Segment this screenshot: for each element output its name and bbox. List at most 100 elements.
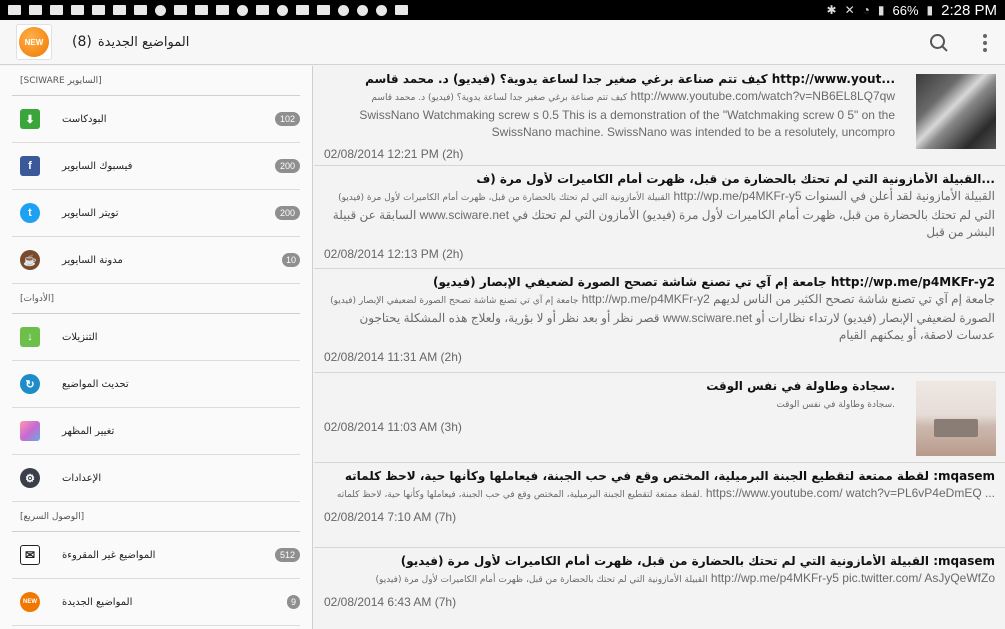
nav-item-settings[interactable]: ⚙ الإعدادات [12,455,300,502]
post-date: 02/08/2014 11:03 AM (3h) [324,420,462,434]
post-body: القبيلة الأمازونية التي لم تحتك بالحضارة… [324,188,995,241]
nav-item-label: المواضيع غير المقروءة [62,549,156,561]
page-title: (8) المواضيع الجديدة [72,34,189,50]
twitter-notification-icon [357,4,368,16]
signal-icon: ▮ [877,3,885,17]
post-date: 02/08/2014 6:43 AM (7h) [324,595,457,609]
battery-percent: 66% [892,2,919,18]
post-body-arabic: سجادة وطاولة في نفس الوقت. [776,400,895,410]
nav-item-label: فيسبوك السايوير [62,160,133,172]
count-badge: 102 [274,112,300,126]
new-badge-icon: NEW [19,27,49,57]
wifi-icon: ◔ [862,3,870,17]
nav-item-label: تغيير المظهر [62,425,115,437]
mail-notification-icon [92,5,105,15]
post-body-arabic: لقطة ممتعة لتقطيع الجبنة البرميلية، المخ… [336,490,703,500]
section-header-sciware: [SCIWARE السايوير] [12,66,300,96]
post-item[interactable]: لقطة ممتعة لتقطيع الجبنة البرميلية، المخ… [314,463,1005,548]
post-title: القبيلة الأمازونية التي لم تحتك بالحضارة… [400,554,995,568]
notification-icons [8,4,408,16]
nav-item-podcast[interactable]: ⬇ البودكاست 102 [12,96,300,143]
post-body-arabic: جامعة إم آي تي تصنع شاشة تصحح الصورة لضع… [330,296,579,306]
mail-notification-icon [50,5,63,15]
clock: 2:28 PM [941,1,997,19]
post-body-text: http://wp.me/p4MKFr-y5 pic.twitter.com/ … [710,571,995,585]
settings-gear-icon: ⚙ [20,468,40,488]
post-item[interactable]: كيف تتم صناعة برغي صغير جدا لساعة يدوية؟… [314,66,1005,166]
post-title: لقطة ممتعة لتقطيع الجبنة البرميلية، المخ… [344,469,995,483]
post-date: 02/08/2014 7:10 AM (7h) [324,510,457,524]
post-item[interactable]: القبيلة الأمازونية التي لم تحتك بالحضارة… [314,166,1005,269]
post-body: القبيلة الأمازونية التي لم تحتك بالحضارة… [324,570,995,589]
nav-item-label: التنزيلات [62,331,98,343]
section-header-quick-access: [الوصول السريع] [12,502,300,532]
post-body-text: https://www.youtube.com/ watch?v=PL6vP4e… [705,486,995,500]
post-title: جامعة إم آي تي تصنع شاشة تصحح الصورة لضع… [432,275,995,289]
post-body-arabic: القبيلة الأمازونية التي لم تحتك بالحضارة… [375,575,708,585]
post-list: كيف تتم صناعة برغي صغير جدا لساعة يدوية؟… [314,66,1005,629]
mail-notification-icon [174,5,187,15]
page-title-text: المواضيع الجديدة [97,34,190,50]
nav-item-blog[interactable]: ☕ مدونة السايوير 10 [12,237,300,284]
nav-item-twitter[interactable]: t تويتر السايوير 200 [12,190,300,237]
post-date: 02/08/2014 12:21 PM (2h) [324,147,464,161]
nav-item-unread[interactable]: ✉ المواضيع غير المقروءة 512 [12,532,300,579]
post-body: سجادة وطاولة في نفس الوقت. [324,395,895,414]
count-badge: 10 [281,253,300,267]
post-title: كيف تتم صناعة برغي صغير جدا لساعة يدوية؟… [365,72,895,86]
nav-item-facebook[interactable]: f فيسبوك السايوير 200 [12,143,300,190]
count-badge: 512 [274,548,300,562]
app-logo[interactable]: NEW [16,24,52,60]
compass-notification-icon [376,4,387,16]
nav-item-label: تحديث المواضيع [62,378,129,390]
nav-item-label: تويتر السايوير [62,207,119,219]
facebook-icon: f [20,156,40,176]
nav-item-theme[interactable]: تغيير المظهر [12,408,300,455]
hangouts-notification-icon [155,4,166,16]
count-badge: 200 [274,206,300,220]
post-thumbnail[interactable] [916,74,996,149]
post-body: جامعة إم آي تي تصنع شاشة تصحح الصورة لضع… [324,291,995,344]
nav-item-downloads[interactable]: ↓ التنزيلات [12,314,300,361]
post-title: القبيلة الأمازونية التي لم تحتك بالحضارة… [476,172,995,186]
section-header-tools: [الأدوات] [12,284,300,314]
unread-count: (8) [72,34,92,50]
envelope-icon: ✉ [20,545,40,565]
post-thumbnail[interactable] [916,381,996,456]
refresh-icon: ↻ [20,374,40,394]
post-title: سجادة وطاولة في نفس الوقت. [706,379,895,393]
post-item[interactable]: جامعة إم آي تي تصنع شاشة تصحح الصورة لضع… [314,269,1005,373]
podcast-icon: ⬇ [20,109,40,129]
battery-icon: ▮ [926,3,934,17]
mute-icon: ✕ [844,3,855,17]
navigation-drawer: [SCIWARE السايوير] ⬇ البودكاست 102 f فيس… [0,66,313,629]
nav-item-new[interactable]: NEW المواضيع الجديدة 9 [12,579,300,626]
post-date: 02/08/2014 11:31 AM (2h) [324,350,462,364]
system-status: ✱ ✕ ◔ ▮ 66% ▮ 2:28 PM [827,2,998,19]
post-item[interactable]: سجادة وطاولة في نفس الوقت. سجادة وطاولة … [314,373,1005,463]
warning-notification-icon [338,4,349,16]
mail-notification-icon [296,5,309,15]
palette-icon [20,421,40,441]
mail-notification-icon [195,5,208,15]
mail-notification-icon [71,5,84,15]
nav-item-label: مدونة السايوير [62,254,123,266]
coffee-cup-icon: ☕ [20,250,40,270]
mail-notification-icon [8,5,21,15]
nav-item-label: المواضيع الجديدة [62,596,133,608]
status-bar: ✱ ✕ ◔ ▮ 66% ▮ 2:28 PM [0,0,1005,20]
mail-notification-icon [29,5,42,15]
mail-notification-icon [395,5,408,15]
search-icon[interactable] [929,33,949,53]
nav-item-label: الإعدادات [62,472,102,484]
mail-notification-icon [317,5,330,15]
nav-item-refresh[interactable]: ↻ تحديث المواضيع [12,361,300,408]
twitter-icon: t [20,203,40,223]
action-bar: NEW (8) المواضيع الجديدة [0,20,1005,65]
post-body: كيف تتم صناعة برغي صغير جدا لساعة يدوية؟… [324,88,895,141]
overflow-menu-icon[interactable] [983,33,987,52]
post-item[interactable]: القبيلة الأمازونية التي لم تحتك بالحضارة… [314,548,1005,629]
bluetooth-icon: ✱ [826,3,837,17]
chat-notification-icon [277,4,288,16]
nav-item-label: البودكاست [62,113,107,125]
